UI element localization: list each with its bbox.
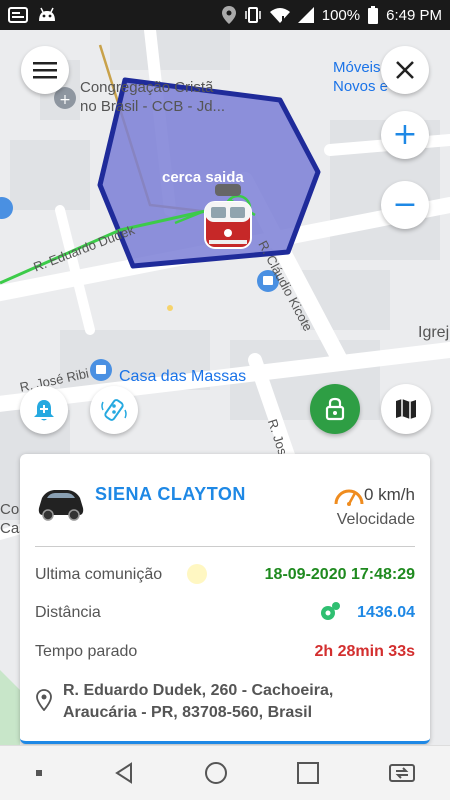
stopped-time-value: 2h 28min 33s xyxy=(314,643,416,660)
distance-icon xyxy=(321,602,340,620)
card-divider xyxy=(35,546,415,547)
home-icon[interactable] xyxy=(204,761,228,785)
distance-value: 1436.04 xyxy=(357,604,415,621)
speed-value: 0 km/h xyxy=(363,485,415,504)
location-icon xyxy=(221,6,236,24)
status-bar: 100% 6:49 PM xyxy=(0,0,450,30)
battery-icon xyxy=(368,6,379,24)
last-comm-label: Ultima comunição xyxy=(35,566,163,583)
address-line-1: R. Eduardo Dudek, 260 - Cachoeira, xyxy=(63,682,334,699)
signal-dot-icon xyxy=(187,564,207,584)
screen-switch-icon[interactable] xyxy=(388,761,416,785)
svg-text:+: + xyxy=(59,92,71,108)
lock-icon xyxy=(325,397,345,421)
igreja-label: Igrej xyxy=(418,324,450,341)
back-icon[interactable] xyxy=(112,761,136,785)
zoom-out-icon: − xyxy=(392,187,418,222)
speed-label: Velocidade xyxy=(336,511,415,528)
zoom-out-button[interactable]: − xyxy=(381,181,429,229)
bell-plus-icon xyxy=(34,400,54,421)
close-button[interactable] xyxy=(381,46,429,94)
clock: 6:49 PM xyxy=(386,6,442,24)
close-icon xyxy=(396,61,414,79)
speedometer-icon xyxy=(334,489,364,506)
alerts-button[interactable] xyxy=(20,386,68,434)
vehicle-info-card: SIENA CLAYTON 0 km/h Velocidade Ultima c… xyxy=(20,454,430,744)
status-right: 100% 6:49 PM xyxy=(221,6,442,24)
map-layers-button[interactable] xyxy=(381,384,431,434)
address-line-2: Araucária - PR, 83708-560, Brasil xyxy=(63,704,313,721)
stopped-time-label: Tempo parado xyxy=(35,643,138,660)
vehicle-name: SIENA CLAYTON xyxy=(95,484,246,504)
android-icon xyxy=(39,7,55,21)
system-nav-bar xyxy=(0,745,450,800)
square-dot-icon[interactable] xyxy=(34,768,44,778)
casa-label: Casa das Massas xyxy=(119,368,247,385)
battery-percent: 100% xyxy=(321,6,361,24)
address: R. Eduardo Dudek, 260 - Cachoeira, Arauc… xyxy=(63,680,333,724)
gallery-icon xyxy=(8,7,28,23)
wifi-icon xyxy=(269,8,290,23)
car-icon xyxy=(38,490,84,521)
remote-control-icon xyxy=(101,399,127,421)
menu-icon xyxy=(33,62,57,79)
last-comm-value: 18-09-2020 17:48:29 xyxy=(264,566,415,583)
distance-label: Distância xyxy=(35,604,101,621)
status-left xyxy=(8,7,58,23)
address-pin-icon xyxy=(36,689,52,711)
remote-button[interactable] xyxy=(90,386,138,434)
fence-label: cerca saida xyxy=(162,169,244,186)
lock-button[interactable] xyxy=(310,384,360,434)
church-label: Congregação Cristã no Brasil - CCB - Jd..… xyxy=(80,79,226,115)
vibrate-icon xyxy=(245,7,261,23)
map-icon xyxy=(396,399,416,419)
zoom-in-icon: + xyxy=(392,117,418,152)
menu-button[interactable] xyxy=(21,46,69,94)
signal-icon xyxy=(297,7,314,23)
zoom-in-button[interactable]: + xyxy=(381,111,429,159)
recents-icon[interactable] xyxy=(296,761,320,785)
